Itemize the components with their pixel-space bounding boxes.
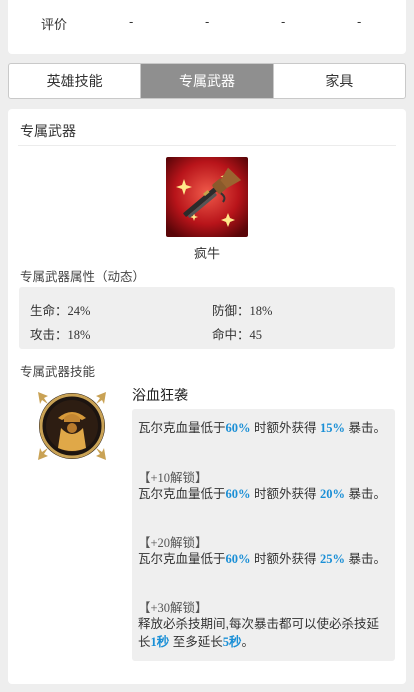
attr-atk: 攻击：18% bbox=[30, 328, 91, 342]
skill-base-text: 瓦尔克血量低于60% 时额外获得 15% 暴击。 bbox=[138, 421, 386, 435]
attr-hit: 命中：45 bbox=[212, 328, 263, 342]
tab-furniture[interactable]: 家具 bbox=[274, 64, 405, 98]
unlock-30-text: 释放必杀技期间,每次暴击都可以使必杀技延长1秒 至多延长5秒。 bbox=[138, 617, 379, 649]
rating-value: - bbox=[205, 14, 210, 29]
weapon-skill-title: 专属武器技能 bbox=[20, 365, 96, 379]
divider bbox=[18, 145, 396, 146]
unlock-10-label: 【+10解锁】 bbox=[138, 471, 208, 485]
attr-def: 防御：18% bbox=[212, 304, 273, 318]
rating-value: - bbox=[357, 14, 362, 29]
tab-hero-skills[interactable]: 英雄技能 bbox=[9, 64, 142, 98]
unlock-20-text: 瓦尔克血量低于60% 时额外获得 25% 暴击。 bbox=[138, 552, 386, 566]
section-title: 专属武器 bbox=[20, 123, 76, 139]
rifle-icon bbox=[166, 157, 248, 237]
skill-name: 浴血狂袭 bbox=[132, 387, 188, 403]
rating-value: - bbox=[281, 14, 286, 29]
tab-exclusive-weapon[interactable]: 专属武器 bbox=[141, 64, 274, 98]
rating-label: 评价 bbox=[41, 17, 68, 32]
tab-bar: 英雄技能 专属武器 家具 bbox=[8, 63, 406, 99]
unlock-30-label: 【+30解锁】 bbox=[138, 601, 208, 615]
rating-card: 评价 - - - - bbox=[8, 0, 406, 54]
unlock-20-label: 【+20解锁】 bbox=[138, 536, 208, 550]
cowboy-skill-icon bbox=[34, 388, 110, 464]
unlock-10-text: 瓦尔克血量低于60% 时额外获得 20% 暴击。 bbox=[138, 487, 386, 501]
attr-hp: 生命：24% bbox=[30, 304, 91, 318]
rating-value: - bbox=[129, 14, 134, 29]
weapon-name: 疯牛 bbox=[193, 246, 220, 261]
weapon-attributes-title: 专属武器属性（动态） bbox=[20, 270, 146, 284]
